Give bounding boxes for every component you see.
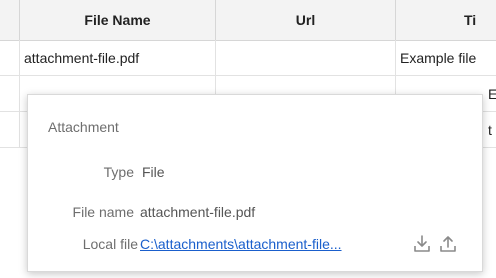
table-row[interactable]: attachment-file.pdf Example file (0, 40, 496, 76)
local-file-row: Local file C:\attachments\attachment-fil… (28, 234, 484, 254)
attachment-popup: Attachment Type File File name attachmen… (27, 94, 483, 272)
file-name-row: File name attachment-file.pdf (28, 202, 484, 222)
grid-header: File Name Url Ti (0, 0, 496, 41)
file-name-value: attachment-file.pdf (140, 204, 256, 220)
row-selector-cell[interactable] (0, 40, 20, 76)
header-cell-file-name[interactable]: File Name (20, 0, 216, 40)
type-row: Type File (28, 162, 484, 182)
file-name-label: File name (72, 204, 134, 220)
row-selector-cell[interactable] (0, 76, 20, 112)
file-name-cell[interactable]: attachment-file.pdf (20, 40, 216, 76)
local-file-label: Local file (82, 236, 138, 252)
type-label: Type (103, 164, 134, 180)
popup-title: Attachment (48, 119, 119, 135)
header-cell-title[interactable]: Ti (396, 0, 496, 40)
upload-icon[interactable] (438, 234, 458, 254)
download-icon[interactable] (412, 234, 432, 254)
local-file-link[interactable]: C:\attachments\attachment-file... (140, 234, 408, 254)
header-cell-selector[interactable] (0, 0, 20, 40)
type-value: File (142, 164, 165, 180)
title-cell[interactable]: Example file (396, 40, 496, 76)
header-cell-url[interactable]: Url (216, 0, 396, 40)
url-cell[interactable] (216, 40, 396, 76)
row-selector-cell[interactable] (0, 112, 20, 148)
